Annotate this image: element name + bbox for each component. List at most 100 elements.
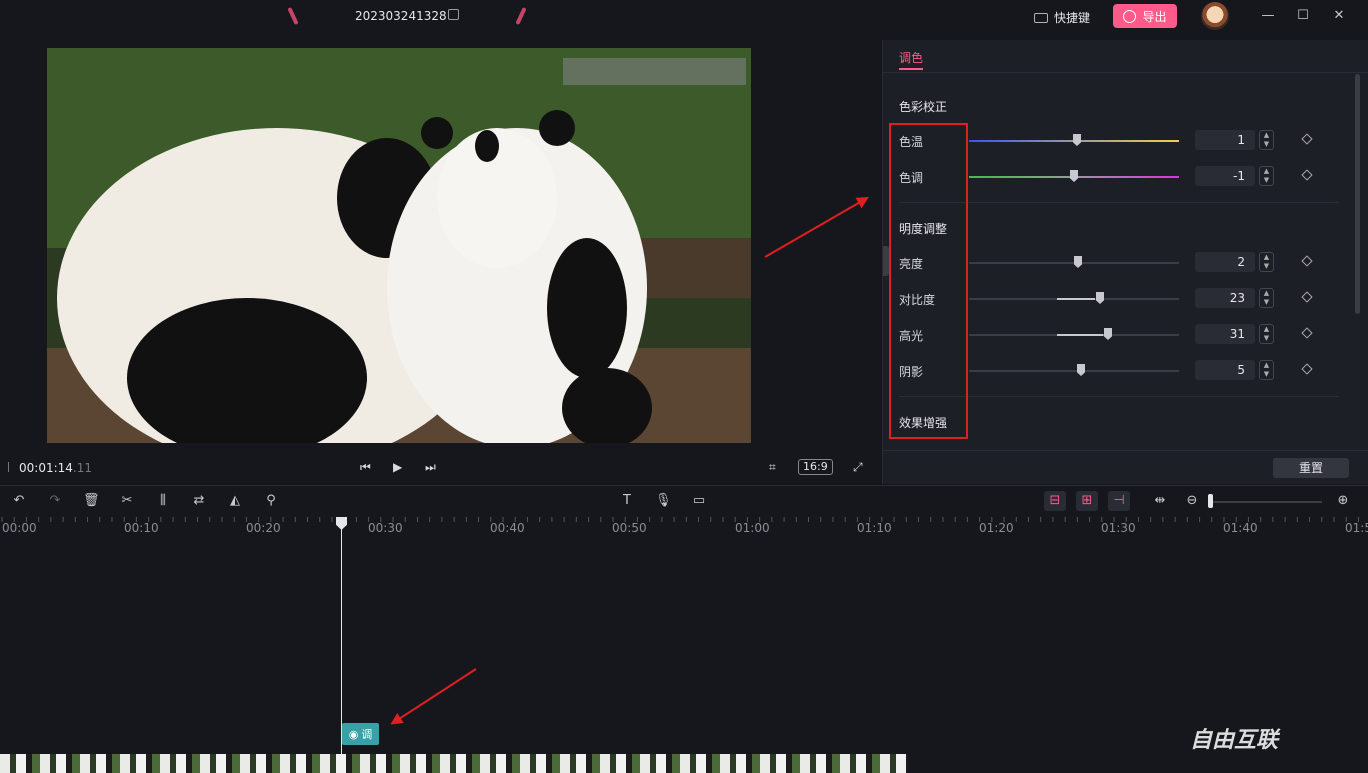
timecode: 00:01:14.11 bbox=[19, 461, 92, 475]
keyframe-diamond-icon[interactable] bbox=[1301, 255, 1313, 267]
track-align-icon[interactable]: ⊣ bbox=[1108, 491, 1130, 511]
edit-toolbar: ↶ ↷ 🗑 ✂ ⫼ ⇄ ◭ ⚲ T 🎙 ▭ ⊟ ⊞ ⊣ ⇹ ⊖ ⊕ bbox=[0, 485, 1368, 517]
value-stepper[interactable]: ▲ ▼ bbox=[1259, 252, 1274, 272]
zoom-slider-track[interactable] bbox=[1210, 501, 1322, 503]
keyframe-diamond-icon[interactable] bbox=[1301, 327, 1313, 339]
value-stepper[interactable]: ▲ ▼ bbox=[1259, 130, 1274, 150]
keyboard-icon bbox=[1034, 12, 1048, 23]
reset-button[interactable]: 重置 bbox=[1273, 458, 1349, 478]
cut-icon[interactable]: ✂ bbox=[119, 493, 135, 509]
microphone-icon[interactable]: 🎙 bbox=[655, 493, 672, 509]
value-input[interactable]: 5 bbox=[1195, 360, 1255, 380]
playback-bar: 00:01:14.11 ⏮ ▶ ⏭ ⌗ 16:9 ⤢ bbox=[0, 450, 880, 484]
panel-scrollbar[interactable] bbox=[1355, 74, 1360, 314]
slider-track[interactable] bbox=[969, 370, 1179, 372]
video-preview[interactable] bbox=[47, 48, 751, 443]
color-adjust-clip[interactable]: ◉ 调 bbox=[342, 723, 379, 745]
ruler-label: 01:40 bbox=[1223, 521, 1258, 535]
panda-frame-image bbox=[47, 48, 751, 443]
slider-track[interactable] bbox=[969, 334, 1179, 336]
mirror-icon[interactable]: ◭ bbox=[227, 493, 243, 509]
undo-icon[interactable]: ↶ bbox=[11, 493, 27, 509]
slider-thumb[interactable] bbox=[1077, 364, 1085, 376]
ruler-label: 00:50 bbox=[612, 521, 647, 535]
decor-stroke-right bbox=[515, 6, 527, 26]
close-icon[interactable]: ✕ bbox=[1331, 8, 1347, 24]
project-name[interactable]: 202303241328 bbox=[355, 9, 447, 23]
fullscreen-icon[interactable]: ⤢ bbox=[853, 461, 865, 473]
track-link-icon[interactable]: ⊞ bbox=[1076, 491, 1098, 511]
ruler-label: 00:10 bbox=[124, 521, 159, 535]
previous-frame-icon[interactable]: ⏮ bbox=[360, 461, 372, 473]
value-stepper[interactable]: ▲ ▼ bbox=[1259, 166, 1274, 186]
slider-thumb[interactable] bbox=[1070, 170, 1078, 182]
value-stepper[interactable]: ▲ ▼ bbox=[1259, 288, 1274, 308]
export-button[interactable]: 导出 bbox=[1113, 4, 1177, 28]
ruler-label: 00:30 bbox=[368, 521, 403, 535]
text-recognition-icon[interactable]: T bbox=[619, 493, 635, 509]
track-snap-icon[interactable]: ⊟ bbox=[1044, 491, 1066, 511]
slider-thumb[interactable] bbox=[1096, 292, 1104, 304]
redo-icon[interactable]: ↷ bbox=[47, 493, 63, 509]
timeline-tracks[interactable] bbox=[0, 539, 1368, 773]
play-icon[interactable]: ▶ bbox=[393, 461, 405, 473]
value-input[interactable]: 1 bbox=[1195, 130, 1255, 150]
slider-thumb[interactable] bbox=[1074, 256, 1082, 268]
site-watermark: 自由互联 bbox=[1190, 728, 1279, 753]
pin-icon[interactable]: ⚲ bbox=[263, 493, 279, 509]
keyframe-diamond-icon[interactable] bbox=[1301, 133, 1313, 145]
upload-icon bbox=[1123, 9, 1137, 23]
replace-icon[interactable]: ⇄ bbox=[191, 493, 207, 509]
slider-thumb[interactable] bbox=[1073, 134, 1081, 146]
ruler-label: 01:00 bbox=[735, 521, 770, 535]
minimize-icon[interactable]: — bbox=[1260, 8, 1276, 24]
value-input[interactable]: 31 bbox=[1195, 324, 1255, 344]
value-input[interactable]: -1 bbox=[1195, 166, 1255, 186]
zoom-out-icon[interactable]: ⊖ bbox=[1184, 493, 1200, 509]
ruler-label: 00:40 bbox=[490, 521, 525, 535]
zoom-slider-thumb[interactable] bbox=[1208, 494, 1213, 508]
adjust-clip-label: 调 bbox=[361, 728, 373, 741]
slider-track[interactable] bbox=[969, 298, 1179, 300]
ruler-label: 01:20 bbox=[979, 521, 1014, 535]
value-input[interactable]: 23 bbox=[1195, 288, 1255, 308]
ruler-label: 00:00 bbox=[2, 521, 37, 535]
next-frame-icon[interactable]: ⏭ bbox=[425, 461, 437, 473]
export-label: 导出 bbox=[1142, 9, 1167, 24]
tab-underline bbox=[899, 68, 923, 70]
shortcut-button[interactable]: 快捷键 bbox=[1034, 9, 1090, 26]
time-ruler[interactable]: 00:00 00:10 00:20 00:30 00:40 00:50 01:0… bbox=[0, 517, 1368, 539]
delete-icon[interactable]: 🗑 bbox=[83, 493, 100, 509]
section-title-color-correction: 色彩校正 bbox=[899, 100, 948, 114]
panel-footer-divider bbox=[883, 450, 1368, 451]
crop-icon[interactable]: ⌗ bbox=[769, 461, 781, 473]
video-clip-track[interactable] bbox=[0, 754, 908, 773]
keyframe-diamond-icon[interactable] bbox=[1301, 291, 1313, 303]
maximize-icon[interactable]: ☐ bbox=[1295, 8, 1311, 24]
zoom-in-icon[interactable]: ⊕ bbox=[1335, 493, 1351, 509]
split-view-icon[interactable]: ⇹ bbox=[1152, 493, 1168, 509]
keyframe-diamond-icon[interactable] bbox=[1301, 169, 1313, 181]
value-stepper[interactable]: ▲ ▼ bbox=[1259, 360, 1274, 380]
value-stepper[interactable]: ▲ ▼ bbox=[1259, 324, 1274, 344]
annotation-highlight-box bbox=[889, 123, 968, 439]
timecode-marker bbox=[8, 462, 9, 472]
tab-color-grading[interactable]: 调色 bbox=[899, 49, 923, 66]
camera-icon[interactable]: ▭ bbox=[691, 493, 707, 509]
ruler-label: 01:5 bbox=[1345, 521, 1368, 535]
keyframe-diamond-icon[interactable] bbox=[1301, 363, 1313, 375]
ruler-label: 00:20 bbox=[246, 521, 281, 535]
avatar[interactable] bbox=[1201, 2, 1229, 30]
ruler-label: 01:10 bbox=[857, 521, 892, 535]
palette-icon: ◉ bbox=[348, 727, 359, 741]
split-icon[interactable]: ⫼ bbox=[155, 493, 171, 509]
shortcut-label: 快捷键 bbox=[1054, 11, 1091, 25]
decor-stroke-left bbox=[287, 6, 299, 26]
aspect-ratio-button[interactable]: 16:9 bbox=[798, 459, 833, 475]
ruler-label: 01:30 bbox=[1101, 521, 1136, 535]
timecode-main: 00:01:14 bbox=[19, 461, 73, 475]
panel-divider bbox=[883, 72, 1368, 73]
edit-icon[interactable] bbox=[448, 9, 459, 20]
slider-thumb[interactable] bbox=[1104, 328, 1112, 340]
value-input[interactable]: 2 bbox=[1195, 252, 1255, 272]
